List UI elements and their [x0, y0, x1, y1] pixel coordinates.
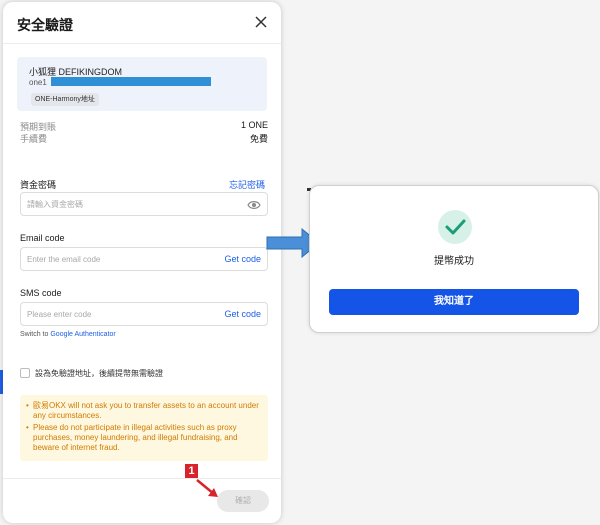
- step-badge: 1: [185, 464, 198, 478]
- email-get-code-button[interactable]: Get code: [224, 254, 261, 264]
- dialog-header: 安全驗證: [3, 2, 281, 44]
- address-card: 小狐狸 DEFIKINGDOM one1 ONE-Harmony地址: [17, 57, 267, 111]
- sms-code-input[interactable]: [27, 307, 207, 322]
- whitelist-address-label: 設為免驗證地址，後續提幣無需驗證: [35, 369, 163, 378]
- switch-prefix: Switch to: [20, 331, 49, 338]
- info-value: 1 ONE: [240, 120, 268, 130]
- footer-divider: [3, 478, 281, 479]
- notice-item: Please do not participate in illegal act…: [26, 423, 262, 453]
- confirm-button[interactable]: 確認: [217, 490, 269, 512]
- dialog-title: 安全驗證: [17, 17, 73, 33]
- red-arrow-icon: [196, 479, 218, 497]
- forgot-password-link[interactable]: 忘記密碼: [229, 178, 265, 191]
- switch-auth-line: Switch to Google Authenticator: [20, 331, 116, 338]
- warning-notice: 歐易OKX will not ask you to transfer asset…: [20, 395, 268, 461]
- info-value: 免費: [249, 134, 268, 144]
- whitelist-address-checkbox[interactable]: [20, 368, 30, 378]
- success-message: 提幣成功: [434, 256, 474, 267]
- address-redaction: [51, 77, 211, 86]
- sms-get-code-button[interactable]: Get code: [224, 309, 261, 319]
- notice-item: 歐易OKX will not ask you to transfer asset…: [26, 401, 262, 421]
- info-row-fee: 手續費 免費: [20, 132, 268, 145]
- close-icon[interactable]: [253, 14, 269, 30]
- eye-icon[interactable]: [247, 199, 261, 211]
- fund-password-input[interactable]: [27, 197, 207, 212]
- email-code-input[interactable]: [27, 252, 207, 267]
- withdraw-success-dialog: 提幣成功 我知道了: [309, 185, 599, 333]
- sms-code-label: SMS code: [20, 288, 62, 298]
- sms-code-field: Get code: [20, 302, 268, 326]
- fund-password-field: [20, 192, 268, 216]
- email-code-field: Get code: [20, 247, 268, 271]
- info-label: 預期到賬: [20, 122, 57, 132]
- security-verification-dialog: 安全驗證 小狐狸 DEFIKINGDOM one1 ONE-Harmony地址 …: [3, 2, 281, 523]
- address-prefix: one1: [29, 78, 47, 87]
- google-authenticator-link[interactable]: Google Authenticator: [50, 331, 115, 338]
- success-check-icon: [438, 210, 472, 244]
- fund-password-label: 資金密碼: [20, 180, 57, 190]
- info-label: 手續費: [20, 134, 48, 144]
- got-it-button[interactable]: 我知道了: [329, 289, 579, 315]
- network-tag: ONE-Harmony地址: [31, 93, 99, 106]
- email-code-label: Email code: [20, 233, 65, 243]
